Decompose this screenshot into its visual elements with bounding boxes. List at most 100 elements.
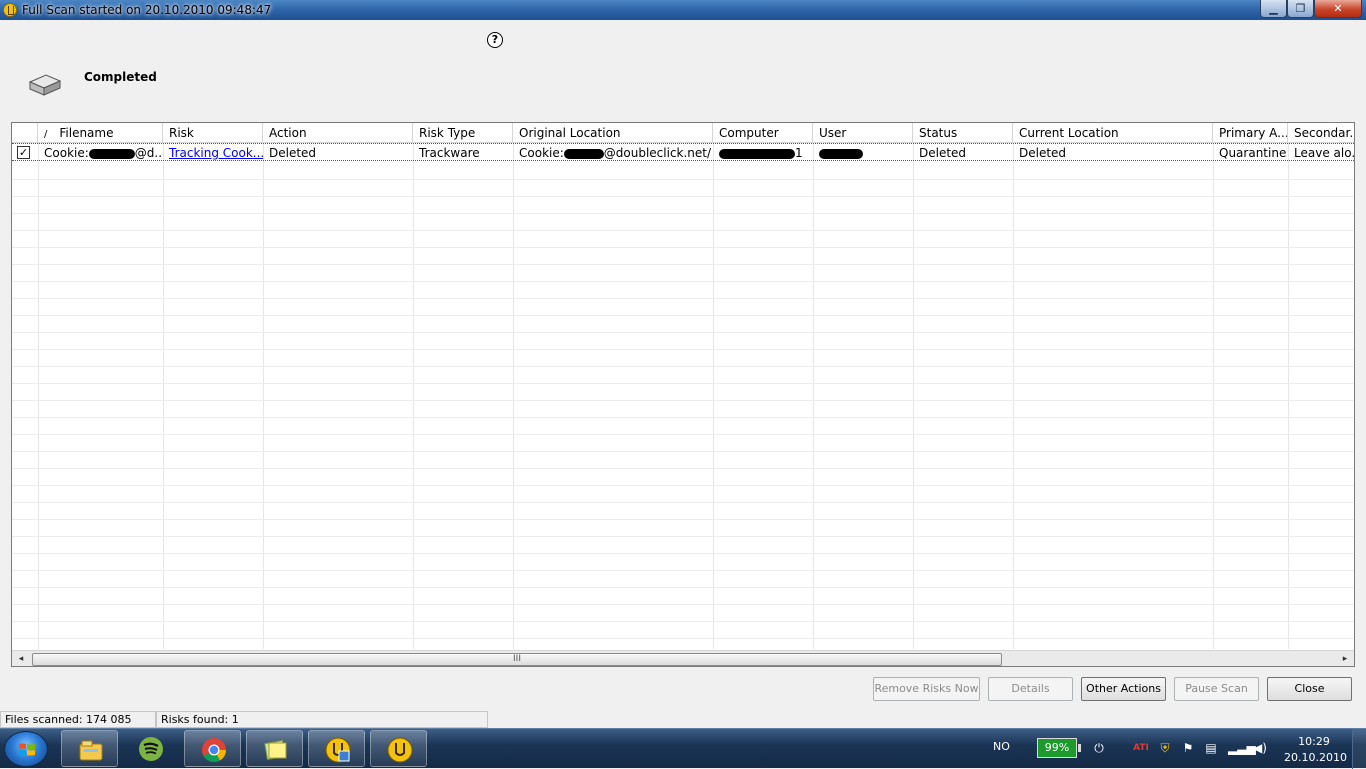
grid-line: [12, 604, 1354, 605]
cell-status: Deleted: [919, 146, 967, 160]
grid-line: [913, 143, 914, 649]
cell-action: Deleted: [269, 146, 317, 160]
pause-scan-button[interactable]: Pause Scan: [1174, 677, 1259, 701]
ati-icon[interactable]: ATI: [1132, 741, 1150, 755]
device-icon[interactable]: ▤: [1204, 741, 1218, 755]
cell-secondary-action: Leave alo...: [1294, 146, 1354, 160]
grid-line: [413, 143, 414, 649]
column-header-current-location[interactable]: Current Location: [1013, 123, 1213, 143]
grid-line: [713, 143, 714, 649]
column-header-action[interactable]: Action: [263, 123, 413, 143]
redacted-text: [563, 148, 604, 159]
taskbar-norton-scan[interactable]: [370, 730, 427, 767]
grid-line: [12, 587, 1354, 588]
details-button[interactable]: Details: [988, 677, 1073, 701]
column-header-risk[interactable]: Risk: [163, 123, 263, 143]
network-signal-icon[interactable]: ▂▃▅: [1228, 741, 1256, 755]
grid-line: [12, 485, 1354, 486]
grid-line: [163, 143, 164, 649]
clock-date[interactable]: 20.10.2010: [1284, 751, 1347, 764]
norton-scan-icon: [387, 737, 413, 763]
hard-drive-icon: [28, 74, 62, 96]
grid-line: [12, 298, 1354, 299]
cell-current-location: Deleted: [1019, 146, 1067, 160]
column-header-original-location[interactable]: Original Location: [513, 123, 713, 143]
column-header-risk-type[interactable]: Risk Type: [413, 123, 513, 143]
files-scanned-count: Files scanned: 174 085: [0, 711, 156, 728]
status-bar: Files scanned: 174 085 Risks found: 1: [0, 711, 1366, 728]
grid-line: [12, 553, 1354, 554]
column-header-filename[interactable]: / Filename: [38, 123, 163, 143]
row-checkbox[interactable]: ✓: [17, 146, 30, 159]
column-header-secondary-action[interactable]: Secondar...: [1288, 123, 1354, 143]
grid-line: [12, 621, 1354, 622]
app-icon: [3, 3, 17, 17]
minimize-button[interactable]: ▁: [1260, 0, 1287, 18]
grid-line: [12, 434, 1354, 435]
maximize-button[interactable]: ❐: [1287, 0, 1314, 18]
explorer-icon: [79, 740, 103, 761]
table-header: / Filename Risk Action Risk Type Original…: [12, 123, 1354, 143]
grid-line: [12, 570, 1354, 571]
check-column-header[interactable]: [12, 123, 38, 143]
other-actions-button[interactable]: Other Actions: [1081, 677, 1166, 701]
start-button[interactable]: [4, 731, 48, 767]
clock-time[interactable]: 10:29: [1284, 735, 1344, 748]
volume-icon[interactable]: ◀): [1253, 741, 1267, 755]
grid-line: [513, 143, 514, 649]
grid-line: [813, 143, 814, 649]
column-header-primary-action[interactable]: Primary A...: [1213, 123, 1288, 143]
grid-line: [12, 213, 1354, 214]
cell-primary-action: Quarantine: [1219, 146, 1287, 160]
input-language-indicator[interactable]: NO: [993, 740, 1010, 753]
horizontal-scrollbar[interactable]: ◂ III ▸: [12, 650, 1354, 666]
grid-line: [263, 143, 264, 649]
scroll-left-arrow-icon[interactable]: ◂: [14, 653, 28, 666]
grid-line: [1013, 143, 1014, 649]
grid-line: [12, 502, 1354, 503]
show-desktop-button[interactable]: [1352, 729, 1366, 769]
grid-line: [12, 315, 1354, 316]
taskbar-sticky-notes[interactable]: [246, 730, 303, 767]
results-table[interactable]: / Filename Risk Action Risk Type Original…: [11, 122, 1355, 667]
risk-link[interactable]: Tracking Cook...: [163, 146, 263, 160]
grid-line: [12, 264, 1354, 265]
scan-status-title: Completed: [84, 70, 157, 84]
norton-security-icon: [325, 737, 351, 763]
taskbar-explorer[interactable]: [61, 730, 118, 767]
cell-risk-type: Trackware: [419, 146, 480, 160]
remove-risks-now-button[interactable]: Remove Risks Now: [873, 677, 980, 701]
scroll-right-arrow-icon[interactable]: ▸: [1338, 653, 1352, 666]
taskbar-chrome[interactable]: [184, 730, 241, 767]
scrollbar-thumb[interactable]: III: [32, 653, 1002, 666]
grid-line: [12, 196, 1354, 197]
norton-tray-icon[interactable]: ⛨: [1158, 741, 1172, 755]
grid-line: [12, 366, 1354, 367]
close-window-button[interactable]: ✕: [1314, 0, 1362, 18]
taskbar: NO 99% ⏻ ATI ⛨ ⚑ ▤ ▂▃▅ ◀) 10:29 20.10.20…: [0, 728, 1366, 769]
power-plug-icon[interactable]: ⏻: [1092, 741, 1106, 755]
grid-line: [12, 468, 1354, 469]
redacted-text: [88, 148, 135, 159]
grid-line: [12, 383, 1354, 384]
cell-user: [813, 146, 913, 160]
spotify-icon: [139, 737, 163, 761]
help-icon[interactable]: ?: [487, 32, 503, 48]
title-bar[interactable]: Full Scan started on 20.10.2010 09:48:47…: [0, 0, 1366, 20]
column-header-status[interactable]: Status: [913, 123, 1013, 143]
battery-indicator[interactable]: 99%: [1037, 738, 1081, 758]
chrome-icon: [202, 738, 226, 763]
windows-logo-icon: [19, 743, 35, 756]
cell-computer: 1: [713, 146, 813, 160]
taskbar-norton-security[interactable]: [308, 730, 365, 767]
grid-line: [12, 349, 1354, 350]
grid-line: [12, 638, 1354, 639]
grid-line: [1288, 143, 1289, 649]
taskbar-spotify[interactable]: [122, 730, 179, 767]
risks-found-count: Risks found: 1: [156, 711, 488, 728]
table-row[interactable]: ✓ Cookie: @d... Tracking Cook... Deleted …: [12, 143, 1354, 161]
column-header-user[interactable]: User: [813, 123, 913, 143]
column-header-computer[interactable]: Computer: [713, 123, 813, 143]
close-button[interactable]: Close: [1267, 677, 1352, 701]
action-center-flag-icon[interactable]: ⚑: [1181, 741, 1195, 755]
